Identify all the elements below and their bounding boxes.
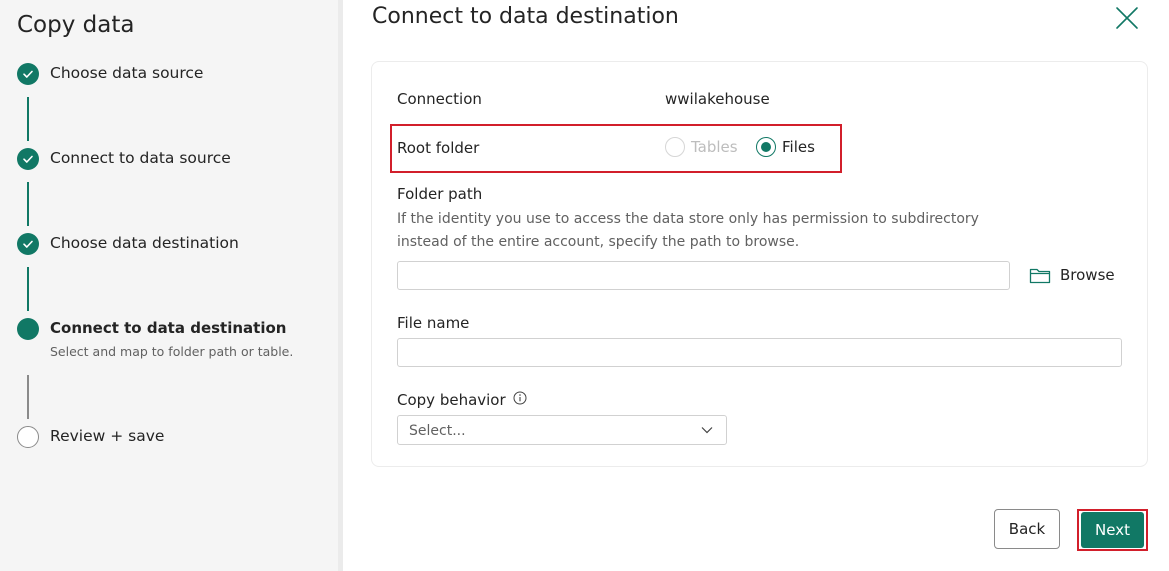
folder-path-input[interactable] (397, 261, 1010, 290)
file-name-input[interactable] (397, 338, 1122, 367)
pending-step-icon (17, 426, 39, 448)
step-label: Connect to data destination (50, 319, 287, 337)
tables-radio[interactable] (665, 137, 685, 157)
connection-label: Connection (397, 90, 482, 108)
step-subtitle: Select and map to folder path or table. (50, 344, 294, 359)
root-folder-label: Root folder (397, 139, 480, 157)
close-icon (1116, 7, 1138, 29)
checkmark-icon (17, 63, 39, 85)
copy-behavior-dropdown[interactable]: Select... (397, 415, 727, 445)
current-step-icon (17, 318, 39, 340)
sidebar-divider (338, 0, 343, 571)
copy-behavior-selected: Select... (409, 423, 466, 439)
sidebar-title: Copy data (17, 12, 135, 38)
step-connector (27, 97, 29, 141)
checkmark-icon (17, 233, 39, 255)
browse-label: Browse (1060, 266, 1115, 284)
info-icon[interactable] (513, 391, 527, 405)
step-label: Review + save (50, 427, 165, 445)
folder-path-help: If the identity you use to access the da… (397, 211, 979, 227)
page-title: Connect to data destination (372, 4, 679, 29)
close-button[interactable] (1113, 4, 1141, 32)
step-connector (27, 267, 29, 311)
step-label: Choose data source (50, 64, 204, 82)
file-name-label: File name (397, 314, 470, 332)
step-connector (27, 375, 29, 419)
connection-value: wwilakehouse (665, 90, 770, 108)
files-radio-label: Files (782, 138, 815, 156)
chevron-down-icon (701, 427, 713, 434)
next-button[interactable]: Next (1081, 512, 1144, 548)
folder-path-help: instead of the entire account, specify t… (397, 234, 800, 250)
step-connector (27, 182, 29, 226)
tables-radio-label: Tables (691, 138, 738, 156)
folder-path-label: Folder path (397, 185, 483, 203)
folder-icon (1029, 268, 1051, 284)
checkmark-icon (17, 148, 39, 170)
step-label: Connect to data source (50, 149, 231, 167)
wizard-sidebar: Copy data Choose data source Connect to … (0, 0, 338, 571)
files-radio[interactable] (756, 137, 776, 157)
copy-behavior-label: Copy behavior (397, 391, 506, 409)
back-button[interactable]: Back (994, 509, 1060, 549)
step-label: Choose data destination (50, 234, 239, 252)
copy-data-wizard: Copy data Choose data source Connect to … (0, 0, 1169, 571)
